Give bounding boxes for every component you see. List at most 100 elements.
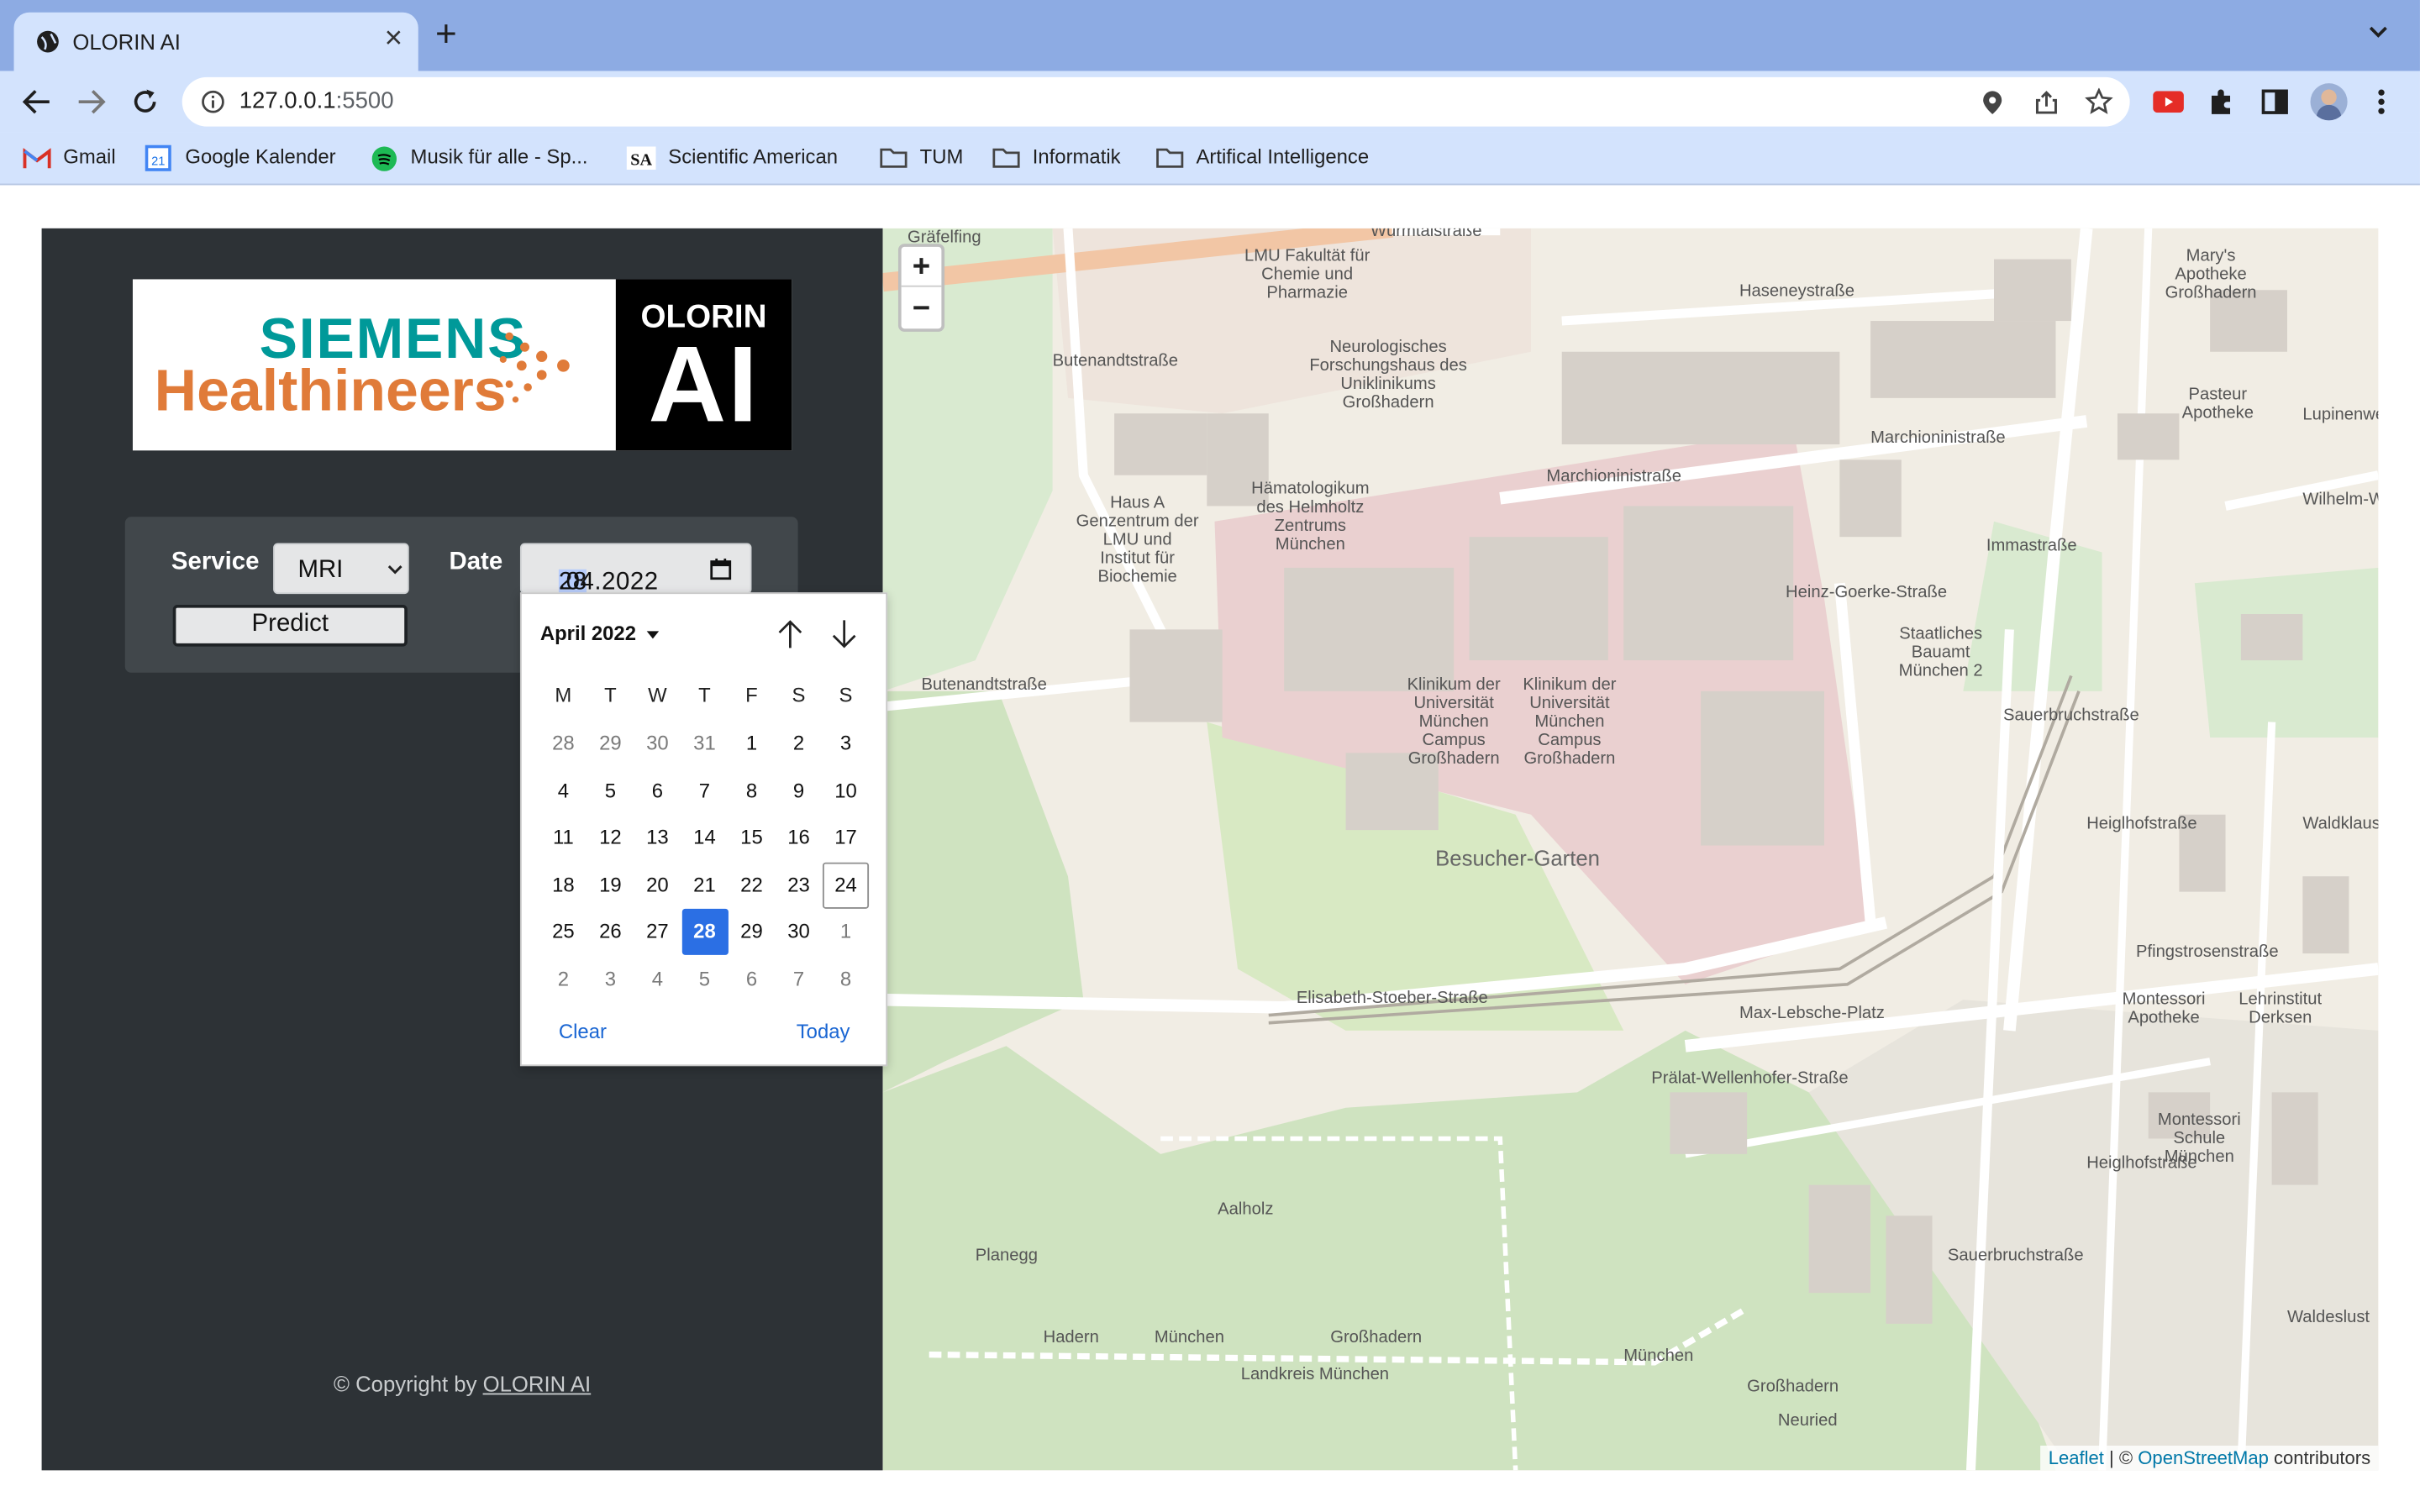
close-tab-icon[interactable]: × (378, 22, 409, 57)
calendar-day-outside[interactable]: 6 (729, 956, 775, 1002)
calendar-day-outside[interactable]: 7 (776, 956, 822, 1002)
tab-title: OLORIN AI (72, 29, 181, 55)
calendar-day-outside[interactable]: 3 (587, 956, 634, 1002)
calendar-day[interactable]: 16 (776, 815, 822, 861)
svg-text:SA: SA (630, 151, 652, 170)
calendar-day-outside[interactable]: 30 (634, 721, 681, 767)
predict-button[interactable]: Predict (172, 604, 408, 647)
address-bar[interactable]: 127.0.0.1:5500 (182, 76, 2130, 127)
menu-dots-icon[interactable] (2377, 88, 2386, 116)
youtube-extension-icon[interactable] (2153, 91, 2184, 113)
openstreetmap-link[interactable]: OpenStreetMap (2138, 1447, 2269, 1469)
share-icon[interactable] (2034, 90, 2059, 116)
calendar-day[interactable]: 10 (823, 768, 869, 814)
leaflet-link[interactable]: Leaflet (2049, 1447, 2104, 1469)
weekday-header: F (745, 683, 758, 707)
calendar-day[interactable]: 25 (540, 909, 587, 955)
bookmark-folder-informatik[interactable]: Informatik (1033, 145, 1121, 169)
calendar-day-outside[interactable]: 1 (823, 909, 869, 955)
calendar-day-outside[interactable]: 8 (823, 956, 869, 1002)
calendar-day[interactable]: 14 (681, 815, 728, 861)
bookmark-google-kalender[interactable]: Google Kalender (185, 145, 335, 169)
calendar-day[interactable]: 11 (540, 815, 587, 861)
calendar-day[interactable]: 24 (822, 861, 870, 908)
calendar-day[interactable]: 7 (681, 768, 728, 814)
map-label: Pfingstrosenstraße (2135, 942, 2279, 962)
calendar-day-outside[interactable]: 2 (540, 956, 587, 1002)
map-label: München (1154, 1328, 1224, 1347)
today-button[interactable]: Today (797, 1020, 850, 1043)
calendar-day-outside[interactable]: 28 (540, 721, 587, 767)
calendar-day[interactable]: 3 (823, 721, 869, 767)
url-text[interactable]: 127.0.0.1:5500 (239, 88, 394, 114)
map-label: München (1623, 1347, 1694, 1366)
bookmark-scientific-american[interactable]: Scientific American (668, 145, 838, 169)
month-year-selector[interactable]: April 2022 (540, 622, 659, 645)
map-label: Sauerbruchstraße (2003, 706, 2139, 726)
bookmark-folder-ai[interactable]: Artifical Intelligence (1196, 145, 1369, 169)
service-select[interactable]: MRI (273, 543, 409, 595)
calendar-day[interactable]: 23 (776, 862, 822, 908)
calendar-day[interactable]: 18 (540, 862, 587, 908)
zoom-in-button[interactable]: + (901, 247, 942, 287)
calendar-day[interactable]: 4 (540, 768, 587, 814)
bookmark-spotify[interactable]: Musik für alle - Sp... (411, 145, 588, 169)
calendar-day[interactable]: 15 (729, 815, 775, 861)
calendar-day[interactable]: 22 (729, 862, 775, 908)
bookmark-gmail[interactable]: Gmail (63, 145, 115, 169)
bookmark-star-icon[interactable] (2085, 87, 2113, 116)
map-label: Besucher-Garten (1435, 845, 1600, 870)
back-arrow-icon[interactable] (22, 88, 53, 116)
forward-arrow-icon[interactable] (76, 88, 107, 116)
map-attribution: Leaflet | © OpenStreetMap contributors (2040, 1445, 2379, 1471)
calendar-day[interactable]: 1 (729, 721, 775, 767)
map-view[interactable]: Würmtalstraße Haseneystraße Marchioninis… (882, 228, 2379, 1471)
reload-icon[interactable] (129, 87, 160, 118)
previous-month-arrow-icon[interactable] (776, 619, 804, 650)
calendar-day[interactable]: 12 (587, 815, 634, 861)
map-label: Haus A Genzentrum der LMU und Institut f… (1076, 493, 1199, 586)
bookmark-folder-tum[interactable]: TUM (920, 145, 964, 169)
side-panel-icon[interactable] (2261, 88, 2289, 116)
map-label: Marchioninistraße (1870, 428, 2006, 448)
new-tab-button[interactable]: + (435, 16, 457, 54)
chevron-down-icon[interactable] (2367, 24, 2389, 39)
zoom-out-button[interactable]: − (902, 288, 942, 328)
map-label: Neuried (1777, 1411, 1838, 1431)
date-input[interactable]: 28.04.2022 (519, 543, 752, 597)
map-label: Heiglhofstraße (2086, 814, 2197, 833)
calendar-day[interactable]: 26 (587, 909, 634, 955)
profile-avatar[interactable] (2310, 83, 2348, 121)
map-label: Haseneystraße (1739, 282, 1854, 302)
calendar-day[interactable]: 17 (823, 815, 869, 861)
info-icon[interactable] (201, 90, 225, 114)
clear-date-button[interactable]: Clear (559, 1020, 607, 1043)
calendar-icon[interactable] (710, 558, 732, 580)
location-pin-icon[interactable] (1981, 90, 2003, 116)
calendar-day[interactable]: 19 (587, 862, 634, 908)
map-label: Butenandtstraße (921, 675, 1047, 695)
calendar-day-outside[interactable]: 29 (587, 721, 634, 767)
weekday-header: S (839, 683, 853, 707)
calendar-day[interactable]: 29 (729, 909, 775, 955)
calendar-day[interactable]: 21 (681, 862, 728, 908)
calendar-day[interactable]: 28 (681, 908, 729, 955)
calendar-day[interactable]: 5 (587, 768, 634, 814)
calendar-day[interactable]: 6 (634, 768, 681, 814)
calendar-day-outside[interactable]: 5 (681, 956, 728, 1002)
next-month-arrow-icon[interactable] (830, 619, 858, 650)
calendar-day[interactable]: 30 (776, 909, 822, 955)
calendar-day[interactable]: 13 (634, 815, 681, 861)
extensions-puzzle-icon[interactable] (2207, 88, 2234, 116)
browser-tab[interactable]: OLORIN AI × (13, 12, 418, 71)
calendar-day-outside[interactable]: 4 (634, 956, 681, 1002)
calendar-day[interactable]: 27 (634, 909, 681, 955)
calendar-day[interactable]: 9 (776, 768, 822, 814)
map-label: Lehrinstitut Derksen (2238, 990, 2323, 1028)
calendar-day-outside[interactable]: 31 (681, 721, 728, 767)
calendar-day[interactable]: 20 (634, 862, 681, 908)
folder-icon (880, 148, 908, 168)
calendar-day[interactable]: 2 (776, 721, 822, 767)
calendar-day[interactable]: 8 (729, 768, 775, 814)
olorin-ai-link[interactable]: OLORIN AI (483, 1372, 592, 1396)
